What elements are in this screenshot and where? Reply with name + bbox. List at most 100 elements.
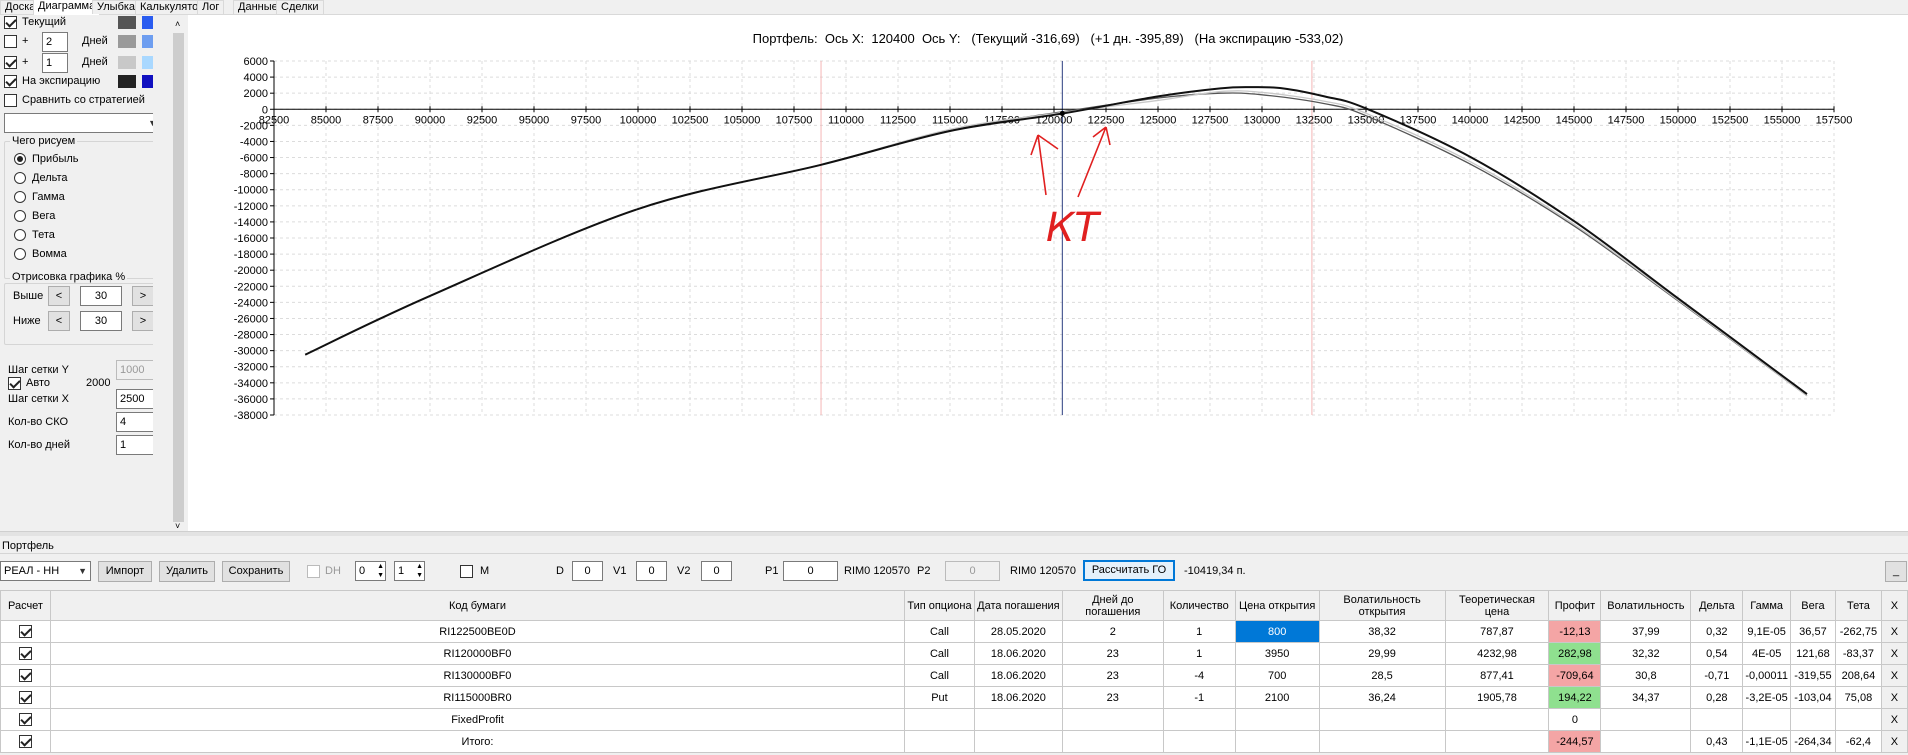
plus-days-1-checkbox[interactable] [4,35,17,48]
type-cell[interactable] [904,708,975,731]
open-price-cell[interactable] [1234,730,1320,753]
col-header-qty[interactable]: Количество [1162,590,1236,621]
row-calc-cell[interactable] [0,642,51,665]
row-calc-checkbox[interactable] [18,713,32,726]
profit-cell[interactable]: 282,98 [1548,642,1602,665]
type-cell[interactable]: Call [904,620,975,643]
open-price-cell[interactable]: 800 [1234,620,1320,643]
theo-cell[interactable]: 4232,98 [1444,642,1550,665]
plus-days-1-color-light[interactable] [142,35,153,48]
col-header-vega[interactable]: Вега [1789,590,1836,621]
col-header-theo[interactable]: Теоретическая цена [1444,590,1550,621]
profit-cell[interactable]: 0 [1548,708,1602,731]
below-value[interactable]: 30 [80,311,122,331]
qty-cell[interactable]: 1 [1162,642,1236,665]
delete-row-button[interactable]: X [1880,664,1908,687]
vol-cell[interactable]: 30,8 [1600,664,1692,687]
col-header-type[interactable]: Тип опциона [904,590,975,621]
row-calc-cell[interactable] [0,708,51,731]
tab-diagram[interactable]: Диаграмма [33,0,101,15]
auto-checkbox[interactable] [8,377,21,390]
vol-cell[interactable] [1600,730,1692,753]
qty-cell[interactable]: -4 [1162,664,1236,687]
vega-cell[interactable] [1789,708,1836,731]
gamma-cell[interactable]: 9,1E-05 [1742,620,1791,643]
delta-cell[interactable] [1690,708,1744,731]
profit-cell[interactable]: -709,64 [1548,664,1602,687]
scrollbar-thumb[interactable] [173,33,184,522]
qty-cell[interactable] [1162,708,1236,731]
table-row[interactable]: RI122500BE0D Call 28.05.2020 2 1 800 38,… [0,620,1908,643]
col-header-profit[interactable]: Профит [1548,590,1602,621]
minimize-button[interactable]: _ [1885,561,1907,582]
days-cell[interactable]: 23 [1061,664,1164,687]
qty-cell[interactable]: 1 [1162,620,1236,643]
date-cell[interactable]: 18.06.2020 [973,686,1063,709]
theo-cell[interactable]: 787,87 [1444,620,1550,643]
panel-splitter[interactable] [0,531,1908,536]
spin-arrows-icon[interactable]: ▲ ▼ [377,562,384,580]
plus-days-1-input[interactable]: 2 [42,32,68,52]
theta-cell[interactable]: 75,08 [1834,686,1882,709]
days-input[interactable]: 1 [116,435,153,455]
col-header-vol[interactable]: Волатильность [1600,590,1692,621]
current-checkbox[interactable] [4,16,17,29]
open-price-cell[interactable]: 2100 [1234,686,1320,709]
above-decrease-button[interactable]: < [48,286,70,306]
strategy-select[interactable]: ▼ [4,113,153,133]
type-cell[interactable] [904,730,975,753]
code-cell[interactable]: FixedProfit [49,708,906,731]
plus-days-2-input[interactable]: 1 [42,53,68,73]
m-checkbox[interactable] [460,565,473,578]
chart-area[interactable]: Портфель: Ось X: 120400 Ось Y: (Текущий … [188,15,1908,531]
row-calc-checkbox[interactable] [18,735,32,748]
delete-row-button[interactable]: X [1880,642,1908,665]
dh-spin-1[interactable]: 0 ▲ ▼ [355,561,386,581]
date-cell[interactable]: 28.05.2020 [973,620,1063,643]
gamma-cell[interactable]: 4E-05 [1742,642,1791,665]
radio-delta[interactable] [14,172,26,184]
v2-input[interactable]: 0 [701,561,732,581]
portfolio-select[interactable]: РЕАЛ - НН ▼ [0,561,91,581]
row-calc-checkbox[interactable] [18,669,32,682]
col-header-delta[interactable]: Дельта [1690,590,1744,621]
col-header-open-price[interactable]: Цена открытия [1234,590,1320,621]
delta-cell[interactable]: 0,43 [1690,730,1744,753]
plus-days-2-color-dark[interactable] [118,56,136,69]
grid-x-input[interactable]: 2500 [116,389,153,409]
delete-row-button[interactable]: X [1880,708,1908,731]
current-color-dark[interactable] [118,16,136,29]
theta-cell[interactable]: -262,75 [1834,620,1882,643]
plus-days-2-checkbox[interactable] [4,56,17,69]
gamma-cell[interactable]: -0,00011 [1742,664,1791,687]
d-input[interactable]: 0 [572,561,603,581]
row-calc-checkbox[interactable] [18,691,32,704]
theta-cell[interactable] [1834,708,1882,731]
days-cell[interactable]: 2 [1061,620,1164,643]
vega-cell[interactable]: -103,04 [1789,686,1836,709]
v1-input[interactable]: 0 [636,561,667,581]
sko-input[interactable]: 4 [116,412,153,432]
radio-theta[interactable] [14,229,26,241]
current-color-light[interactable] [142,16,153,29]
code-cell[interactable]: RI122500BE0D [49,620,906,643]
dh-checkbox[interactable] [307,565,320,578]
type-cell[interactable]: Call [904,642,975,665]
vol-cell[interactable] [1600,708,1692,731]
vol-cell[interactable]: 34,37 [1600,686,1692,709]
delta-cell[interactable]: 0,28 [1690,686,1744,709]
open-vol-cell[interactable]: 38,32 [1318,620,1446,643]
delete-row-button[interactable]: X [1880,686,1908,709]
code-cell[interactable]: RI130000BF0 [49,664,906,687]
gamma-cell[interactable]: -1,1E-05 [1742,730,1791,753]
days-cell[interactable] [1061,708,1164,731]
theo-cell[interactable]: 877,41 [1444,664,1550,687]
radio-vega[interactable] [14,210,26,222]
below-increase-button[interactable]: > [132,311,153,331]
col-header-calc[interactable]: Расчет [0,590,51,621]
table-row[interactable]: FixedProfit 0 X [0,708,1908,731]
open-vol-cell[interactable] [1318,708,1446,731]
vega-cell[interactable]: 121,68 [1789,642,1836,665]
theo-cell[interactable] [1444,708,1550,731]
scroll-down-icon[interactable]: ˅ [175,521,180,531]
